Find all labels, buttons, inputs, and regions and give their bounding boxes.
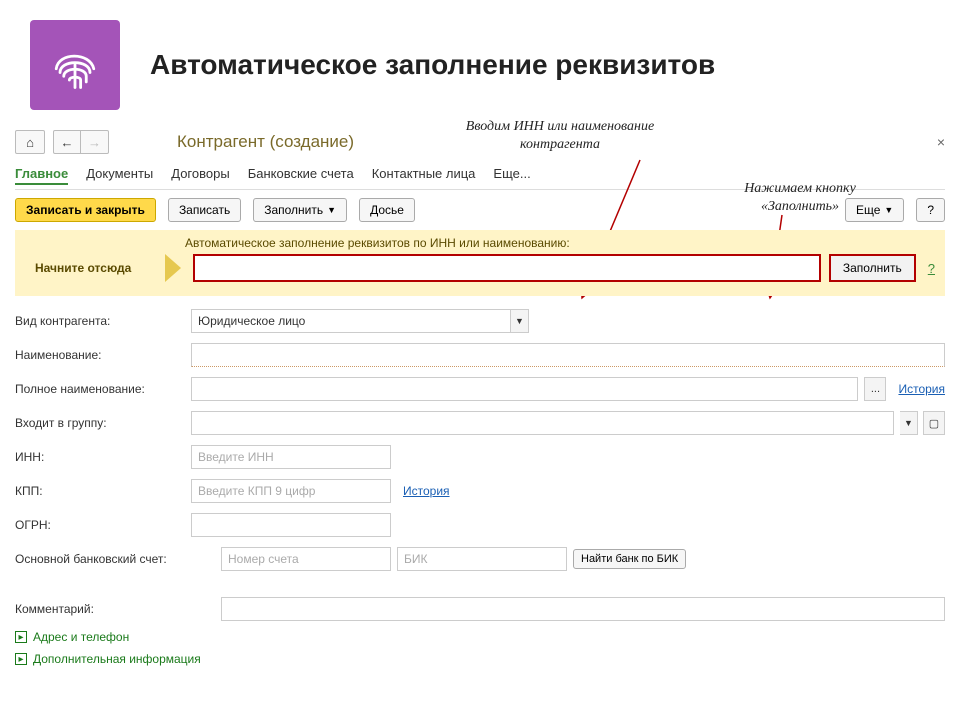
tab-more[interactable]: Еще... bbox=[493, 164, 530, 185]
group-open-button[interactable]: ▢ bbox=[923, 411, 945, 435]
inn-name-input[interactable] bbox=[193, 254, 821, 282]
label-name: Наименование: bbox=[15, 348, 185, 362]
home-button[interactable]: ⌂ bbox=[15, 130, 45, 154]
label-fullname: Полное наименование: bbox=[15, 382, 185, 396]
history-link[interactable]: История bbox=[898, 382, 945, 396]
expander-extra[interactable]: ▸ Дополнительная информация bbox=[15, 648, 945, 670]
chevron-down-icon: ▼ bbox=[327, 205, 336, 215]
fill-dropdown[interactable]: Заполнить ▼ bbox=[253, 198, 347, 222]
name-input[interactable] bbox=[191, 343, 945, 367]
tab-bank-accounts[interactable]: Банковские счета bbox=[248, 164, 354, 185]
inn-input[interactable] bbox=[191, 445, 391, 469]
kpp-input[interactable] bbox=[191, 479, 391, 503]
auto-fill-label: Автоматическое заполнение реквизитов по … bbox=[185, 236, 935, 250]
fill-button[interactable]: Заполнить bbox=[829, 254, 916, 282]
counterparty-type-select[interactable] bbox=[191, 309, 511, 333]
group-input[interactable] bbox=[191, 411, 894, 435]
close-icon[interactable]: × bbox=[937, 134, 945, 150]
fingerprint-logo bbox=[30, 20, 120, 110]
expand-icon: ▸ bbox=[15, 631, 27, 643]
back-button[interactable]: ← bbox=[53, 130, 81, 154]
dossier-button[interactable]: Досье bbox=[359, 198, 415, 222]
start-here-arrow: Начните отсюда bbox=[25, 261, 185, 275]
tab-contacts[interactable]: Контактные лица bbox=[372, 164, 476, 185]
label-comment: Комментарий: bbox=[15, 602, 215, 616]
tab-main[interactable]: Главное bbox=[15, 164, 68, 185]
label-ogrn: ОГРН: bbox=[15, 518, 185, 532]
help-button[interactable]: ? bbox=[916, 198, 945, 222]
dropdown-toggle[interactable]: ▼ bbox=[511, 309, 529, 333]
label-bank-account: Основной банковский счет: bbox=[15, 552, 215, 566]
kpp-history-link[interactable]: История bbox=[403, 484, 450, 498]
tab-contracts[interactable]: Договоры bbox=[171, 164, 229, 185]
bik-input[interactable] bbox=[397, 547, 567, 571]
find-bank-button[interactable]: Найти банк по БИК bbox=[573, 549, 686, 569]
save-close-button[interactable]: Записать и закрыть bbox=[15, 198, 156, 222]
expander-address[interactable]: ▸ Адрес и телефон bbox=[15, 626, 945, 648]
label-inn: ИНН: bbox=[15, 450, 185, 464]
ogrn-input[interactable] bbox=[191, 513, 391, 537]
comment-input[interactable] bbox=[221, 597, 945, 621]
group-dropdown[interactable]: ▼ bbox=[900, 411, 918, 435]
bank-account-input[interactable] bbox=[221, 547, 391, 571]
fullname-input[interactable] bbox=[191, 377, 858, 401]
page-title: Автоматическое заполнение реквизитов bbox=[150, 49, 715, 81]
ellipsis-button[interactable]: ... bbox=[864, 377, 886, 401]
save-button[interactable]: Записать bbox=[168, 198, 241, 222]
help-link[interactable]: ? bbox=[928, 261, 935, 276]
auto-fill-panel: Автоматическое заполнение реквизитов по … bbox=[15, 230, 945, 296]
label-kpp: КПП: bbox=[15, 484, 185, 498]
tab-documents[interactable]: Документы bbox=[86, 164, 153, 185]
expand-icon: ▸ bbox=[15, 653, 27, 665]
label-counterparty-type: Вид контрагента: bbox=[15, 314, 185, 328]
label-group: Входит в группу: bbox=[15, 416, 185, 430]
window-title: Контрагент (создание) bbox=[177, 132, 354, 152]
forward-button[interactable]: → bbox=[81, 130, 109, 154]
annotation-button: Нажимаем кнопку «Заполнить» bbox=[700, 180, 900, 216]
